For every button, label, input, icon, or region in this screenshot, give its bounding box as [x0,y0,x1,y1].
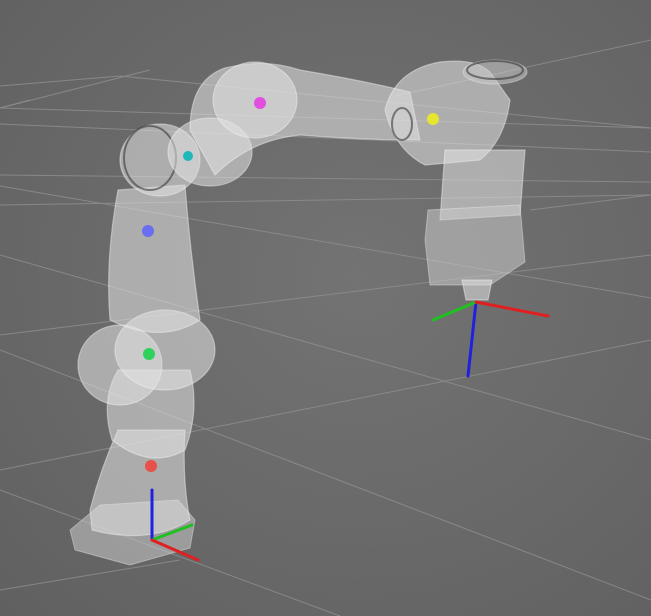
joint6-marker[interactable] [427,113,439,125]
ee-y-axis [431,300,478,322]
ee-frame-axes [431,300,550,378]
robot-scene[interactable] [0,0,651,616]
hand [424,204,526,286]
3d-viewport[interactable] [0,0,651,616]
joint5-marker[interactable] [254,97,266,109]
ee-z-axis [466,300,478,378]
robot-arm[interactable] [69,59,528,566]
ee-x-axis [474,300,550,318]
joint1-marker[interactable] [145,460,157,472]
joint4-marker[interactable] [183,151,193,161]
gripper-fingers [461,279,493,301]
link3 [108,184,201,334]
joint3-marker[interactable] [142,225,154,237]
joint2-marker[interactable] [143,348,155,360]
